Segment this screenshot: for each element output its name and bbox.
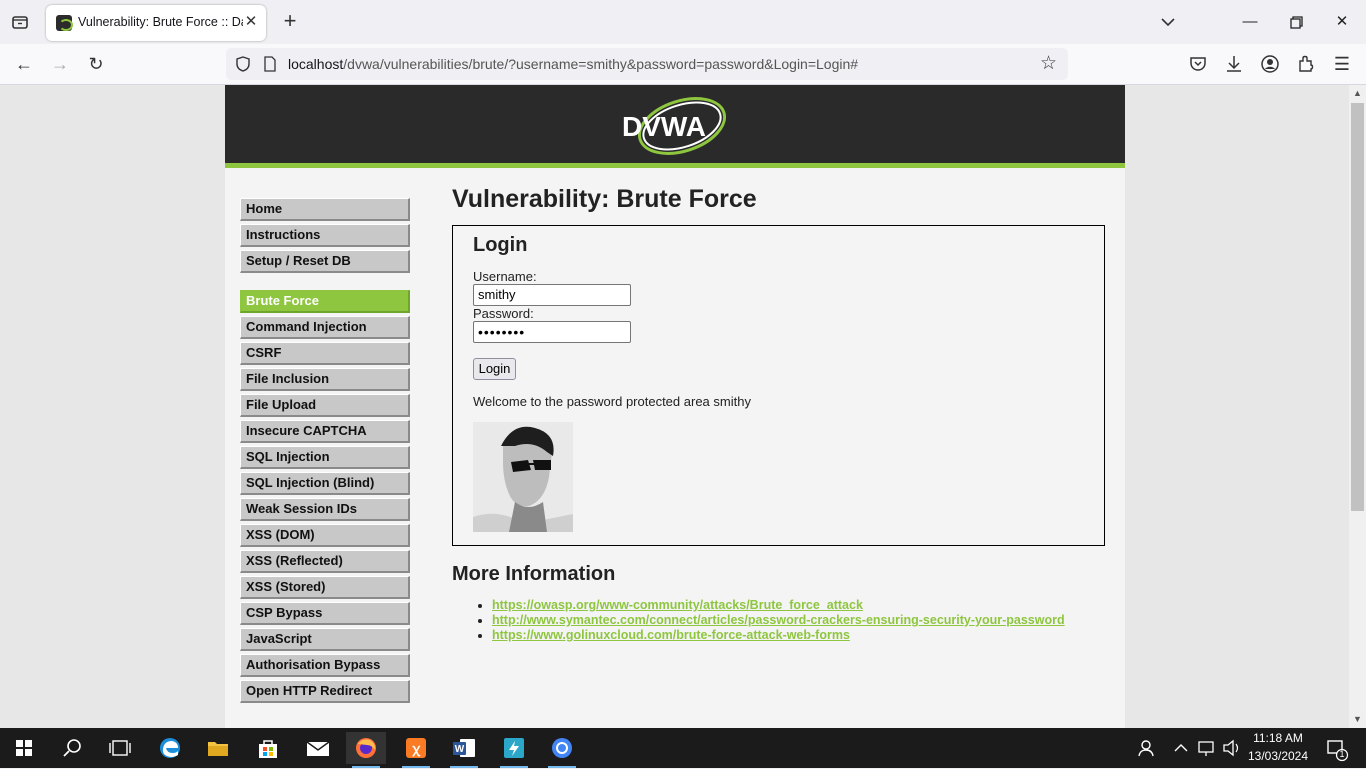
url-host: localhost <box>288 56 344 72</box>
hamburger-menu-icon[interactable]: ☰ <box>1330 52 1354 76</box>
menu-item-xss-dom[interactable]: XSS (DOM) <box>240 524 410 547</box>
login-heading: Login <box>473 234 528 256</box>
menu-item-file-upload[interactable]: File Upload <box>240 394 410 417</box>
vulnerability-box: Login Username: smithy Password: •••••••… <box>452 225 1105 546</box>
notification-count: 1 <box>1339 749 1345 759</box>
burp-suite-icon[interactable] <box>494 732 534 768</box>
pocket-icon[interactable] <box>1186 52 1210 76</box>
more-information-heading: More Information <box>452 563 616 585</box>
list-item: https://owasp.org/www-community/attacks/… <box>492 598 1107 613</box>
address-bar[interactable]: localhost/dvwa/vulnerabilities/brute/?us… <box>226 48 1068 80</box>
close-tab-icon[interactable]: ✕ <box>242 13 260 31</box>
menu-item-sql-injection[interactable]: SQL Injection <box>240 446 410 469</box>
tab-title: Vulnerability: Brute Force :: Damn Vulne… <box>78 15 243 29</box>
password-field[interactable]: •••••••• <box>473 321 631 343</box>
dvwa-favicon-icon <box>56 15 73 31</box>
page-title: Vulnerability: Brute Force <box>452 185 757 213</box>
url-text[interactable]: localhost/dvwa/vulnerabilities/brute/?us… <box>288 56 858 72</box>
restore-window-button[interactable] <box>1284 10 1308 34</box>
svg-text:W: W <box>455 744 465 755</box>
reload-icon[interactable]: ↻ <box>84 52 108 76</box>
scroll-down-arrow-icon[interactable]: ▼ <box>1349 711 1366 728</box>
menu-item-open-http-redirect[interactable]: Open HTTP Redirect <box>240 680 410 703</box>
scroll-thumb[interactable] <box>1351 103 1364 511</box>
menu-item-insecure-captcha[interactable]: Insecure CAPTCHA <box>240 420 410 443</box>
menu-block-general: Home Instructions Setup / Reset DB <box>240 198 410 273</box>
minimize-window-button[interactable]: — <box>1238 10 1262 34</box>
page-container: DVWA Home Instructions Setup / Reset DB Br… <box>225 85 1125 728</box>
file-explorer-icon[interactable] <box>198 732 238 764</box>
tab-bar: Vulnerability: Brute Force :: Damn Vulne… <box>0 0 1366 44</box>
list-item: https://www.golinuxcloud.com/brute-force… <box>492 628 1107 643</box>
menu-item-setup-reset-db[interactable]: Setup / Reset DB <box>240 250 410 273</box>
info-link[interactable]: https://owasp.org/www-community/attacks/… <box>492 598 863 612</box>
info-link[interactable]: https://www.golinuxcloud.com/brute-force… <box>492 628 850 642</box>
more-information-links: https://owasp.org/www-community/attacks/… <box>452 598 1107 643</box>
firefox-icon[interactable] <box>346 732 386 768</box>
menu-item-home[interactable]: Home <box>240 198 410 221</box>
url-path: /dvwa/vulnerabilities/brute/?username=sm… <box>343 56 859 72</box>
browser-tab-active[interactable]: Vulnerability: Brute Force :: Damn Vulne… <box>46 5 266 41</box>
scroll-up-arrow-icon[interactable]: ▲ <box>1349 85 1366 102</box>
chevron-down-icon[interactable] <box>1156 10 1180 34</box>
account-icon[interactable] <box>1258 52 1282 76</box>
password-label: Password: <box>473 306 534 321</box>
back-arrow-icon[interactable]: ← <box>12 52 36 76</box>
menu-item-brute-force[interactable]: Brute Force <box>240 290 410 313</box>
task-view-icon[interactable] <box>100 732 140 764</box>
menu-item-csp-bypass[interactable]: CSP Bypass <box>240 602 410 625</box>
welcome-message: Welcome to the password protected area s… <box>473 394 751 409</box>
forward-arrow-icon[interactable]: → <box>48 52 72 76</box>
new-tab-button[interactable]: + <box>278 10 302 34</box>
system-tray-icons[interactable] <box>1162 732 1252 764</box>
downloads-icon[interactable] <box>1222 52 1246 76</box>
info-link[interactable]: http://www.symantec.com/connect/articles… <box>492 613 1065 627</box>
list-item: http://www.symantec.com/connect/articles… <box>492 613 1107 628</box>
menu-item-csrf[interactable]: CSRF <box>240 342 410 365</box>
notifications-icon[interactable]: 1 <box>1318 732 1358 764</box>
search-icon[interactable] <box>52 732 92 764</box>
extensions-icon[interactable] <box>1294 52 1318 76</box>
menu-item-command-injection[interactable]: Command Injection <box>240 316 410 339</box>
main-menu: Home Instructions Setup / Reset DB Brute F… <box>240 198 410 720</box>
menu-item-sql-injection-blind[interactable]: SQL Injection (Blind) <box>240 472 410 495</box>
page-viewport: DVWA Home Instructions Setup / Reset DB Br… <box>0 85 1349 728</box>
menu-item-instructions[interactable]: Instructions <box>240 224 410 247</box>
menu-item-file-inclusion[interactable]: File Inclusion <box>240 368 410 391</box>
main-body: Vulnerability: Brute Force Login Usernam… <box>452 185 1107 643</box>
taskbar-date[interactable]: 13/03/2024 <box>1240 749 1316 763</box>
edge-icon[interactable] <box>150 732 190 764</box>
menu-item-weak-session-ids[interactable]: Weak Session IDs <box>240 498 410 521</box>
username-label: Username: <box>473 269 537 284</box>
menu-item-xss-reflected[interactable]: XSS (Reflected) <box>240 550 410 573</box>
list-all-tabs-icon[interactable] <box>8 10 32 34</box>
taskbar-time[interactable]: 11:18 AM <box>1240 731 1316 745</box>
tracking-shield-icon[interactable] <box>234 55 252 73</box>
login-button[interactable]: Login <box>473 358 516 380</box>
username-field[interactable]: smithy <box>473 284 631 306</box>
menu-item-authorisation-bypass[interactable]: Authorisation Bypass <box>240 654 410 677</box>
logo-text: DVWA <box>622 111 706 142</box>
menu-item-xss-stored[interactable]: XSS (Stored) <box>240 576 410 599</box>
windows-taskbar: ꭓ W 11:18 AM 13/03/2024 1 <box>0 728 1366 768</box>
page-scrollbar[interactable]: ▲ ▼ <box>1349 85 1366 728</box>
microsoft-store-icon[interactable] <box>248 732 288 764</box>
page-info-icon[interactable] <box>262 55 278 73</box>
windows-start-icon[interactable] <box>4 732 44 764</box>
menu-block-vulnerabilities: Brute Force Command Injection CSRF File Inc… <box>240 290 410 703</box>
dvwa-logo[interactable]: DVWA <box>620 95 730 157</box>
user-avatar-image <box>473 422 573 532</box>
navigation-toolbar: ← → ↻ localhost/dvwa/vulnerabilities/bru… <box>0 44 1366 85</box>
word-icon[interactable]: W <box>444 732 484 768</box>
xampp-icon[interactable]: ꭓ <box>396 732 436 768</box>
mail-icon[interactable] <box>298 732 338 764</box>
bookmark-star-icon[interactable]: ☆ <box>1040 54 1060 74</box>
close-window-button[interactable]: ✕ <box>1330 10 1354 34</box>
page-header: DVWA <box>225 85 1125 168</box>
chrome-icon[interactable] <box>542 732 582 768</box>
menu-item-javascript[interactable]: JavaScript <box>240 628 410 651</box>
